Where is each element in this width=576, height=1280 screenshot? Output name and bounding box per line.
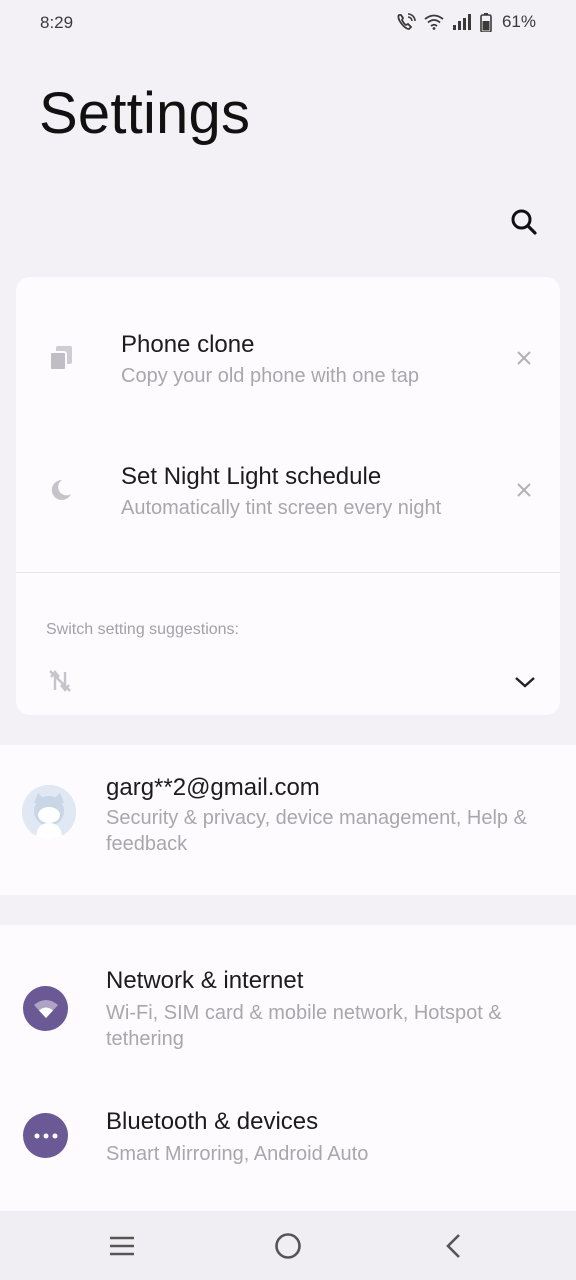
settings-item-title: Network & internet <box>106 967 304 994</box>
close-icon[interactable] <box>510 344 538 372</box>
suggestion-subtitle: Automatically tint screen every night <box>121 497 442 519</box>
chevron-down-icon[interactable] <box>510 668 540 696</box>
settings-item-subtitle: Smart Mirroring, Android Auto <box>106 1143 369 1165</box>
account-email: garg**2@gmail.com <box>106 774 320 801</box>
wifi-icon <box>424 14 444 30</box>
account-subtitle: Security & privacy, device management, H… <box>106 807 527 855</box>
card-divider <box>16 572 560 573</box>
status-icons: 61% <box>396 12 536 32</box>
phone-clone-icon <box>46 343 76 373</box>
search-icon <box>510 208 538 241</box>
wifi-icon <box>23 986 68 1031</box>
close-icon[interactable] <box>510 476 538 504</box>
status-bar: 8:29 61% <box>0 0 576 48</box>
page-title: Settings <box>39 81 251 146</box>
moon-icon <box>46 475 76 505</box>
suggestion-title: Set Night Light schedule <box>121 463 382 490</box>
settings-screen: 8:29 61% Settings Phone clone Copy your … <box>0 0 576 1280</box>
settings-list: Network & internet Wi-Fi, SIM card & mob… <box>0 925 576 1211</box>
search-button[interactable] <box>504 204 544 244</box>
suggestion-subtitle: Copy your old phone with one tap <box>121 365 419 387</box>
settings-item-subtitle: Wi-Fi, SIM card & mobile network, Hotspo… <box>106 1002 502 1050</box>
switch-suggestions-label: Switch setting suggestions: <box>46 621 239 638</box>
account-row[interactable]: garg**2@gmail.com Security & privacy, de… <box>0 745 576 895</box>
suggestion-night-light[interactable]: Set Night Light schedule Automatically t… <box>16 439 560 549</box>
home-icon[interactable] <box>273 1231 303 1261</box>
navigation-bar <box>0 1211 576 1280</box>
suggestion-title: Phone clone <box>121 331 255 358</box>
switch-suggestions-icon <box>46 667 74 695</box>
wifi-calling-icon <box>396 13 416 31</box>
back-icon[interactable] <box>438 1231 468 1261</box>
more-dots-icon <box>23 1113 68 1158</box>
status-time: 8:29 <box>40 13 74 32</box>
avatar <box>22 785 76 839</box>
suggestions-card: Phone clone Copy your old phone with one… <box>16 277 560 715</box>
signal-icon <box>452 14 472 30</box>
battery-icon <box>480 12 492 32</box>
settings-item-title: Bluetooth & devices <box>106 1108 319 1135</box>
battery-percent: 61% <box>501 12 536 31</box>
settings-item-network[interactable]: Network & internet Wi-Fi, SIM card & mob… <box>0 925 576 1070</box>
recents-icon[interactable] <box>107 1231 137 1261</box>
settings-item-bluetooth[interactable]: Bluetooth & devices Smart Mirroring, And… <box>0 1070 576 1211</box>
suggestion-phone-clone[interactable]: Phone clone Copy your old phone with one… <box>16 307 560 417</box>
